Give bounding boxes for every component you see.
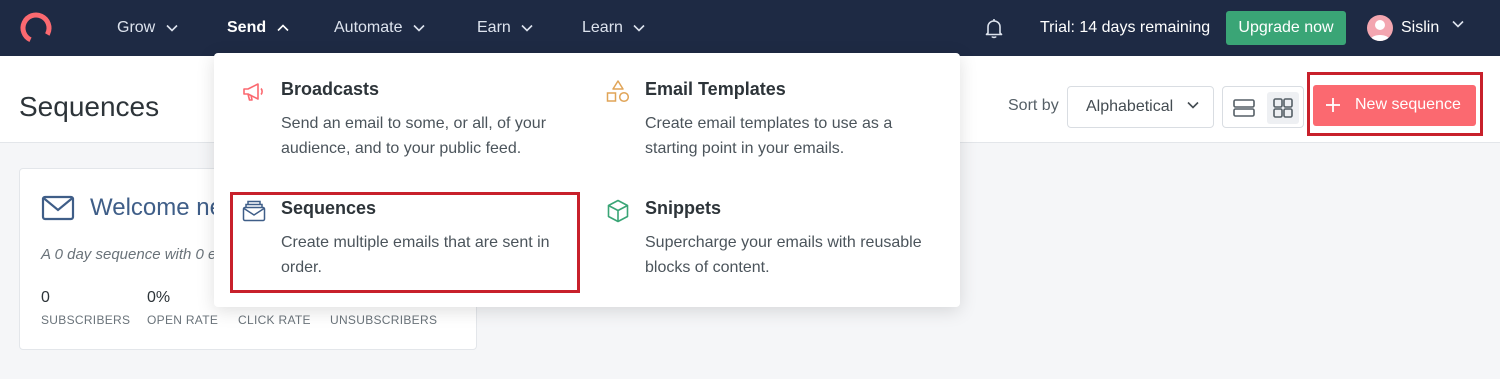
sequence-summary: A 0 day sequence with 0 er: [41, 246, 222, 263]
page-title: Sequences: [19, 91, 160, 122]
highlight-box: [1307, 72, 1483, 136]
avatar[interactable]: [1367, 15, 1393, 41]
list-view-icon: [1233, 99, 1255, 117]
stat-label: OPEN RATE: [147, 313, 219, 327]
cube-icon: [607, 199, 629, 223]
stat-label: SUBSCRIBERS: [41, 313, 131, 327]
stat-value: 0%: [147, 289, 171, 306]
nav-send[interactable]: Send: [227, 0, 289, 56]
upgrade-button[interactable]: Upgrade now: [1226, 11, 1346, 45]
menu-item-email-templates[interactable]: Email Templates Create email templates t…: [605, 79, 935, 169]
chevron-down-icon[interactable]: [1452, 20, 1464, 28]
sequence-title[interactable]: Welcome ne: [90, 194, 223, 222]
view-toggle: [1222, 86, 1304, 128]
highlight-box: [230, 192, 580, 293]
nav-send-label: Send: [227, 19, 267, 36]
mail-icon: [41, 195, 75, 221]
sort-by-label: Sort by: [1008, 97, 1059, 114]
user-name[interactable]: Sislin: [1401, 0, 1439, 56]
chevron-down-icon: [633, 24, 645, 32]
menu-item-description: Create email templates to use as a start…: [645, 115, 893, 157]
megaphone-icon: [243, 83, 263, 101]
nav-grow[interactable]: Grow: [117, 0, 178, 56]
nav-earn[interactable]: Earn: [477, 0, 533, 56]
chevron-up-icon: [277, 24, 289, 31]
menu-item-description: Supercharge your emails with reusable bl…: [645, 234, 922, 276]
grid-view-button[interactable]: [1267, 92, 1299, 124]
menu-item-title: Broadcasts: [281, 79, 380, 99]
list-view-button[interactable]: [1228, 92, 1260, 124]
sort-select-value: Alphabetical: [1086, 98, 1174, 115]
user-avatar-icon: [1370, 20, 1390, 41]
menu-item-title: Email Templates: [645, 79, 786, 99]
sort-select[interactable]: Alphabetical: [1067, 86, 1214, 128]
shapes-icon: [606, 80, 630, 103]
stat-label: CLICK RATE: [238, 313, 311, 327]
logo-icon[interactable]: [18, 10, 54, 46]
nav-learn[interactable]: Learn: [582, 0, 645, 56]
grid-view-icon: [1273, 98, 1293, 118]
menu-item-description: Send an email to some, or all, of your a…: [281, 115, 547, 157]
nav-grow-label: Grow: [117, 19, 156, 36]
menu-item-title: Snippets: [645, 198, 722, 218]
chevron-down-icon: [1187, 101, 1199, 109]
nav-learn-label: Learn: [582, 19, 623, 36]
bell-icon[interactable]: [982, 16, 1006, 40]
stat-label: UNSUBSCRIBERS: [330, 313, 438, 327]
nav-earn-label: Earn: [477, 19, 511, 36]
trial-status: Trial: 14 days remaining: [1040, 19, 1211, 36]
menu-item-snippets[interactable]: Snippets Supercharge your emails with re…: [605, 198, 935, 288]
nav-automate[interactable]: Automate: [334, 0, 425, 56]
stat-subscribers: 0 SUBSCRIBERS: [41, 289, 130, 327]
chevron-down-icon: [413, 24, 425, 32]
stat-open-rate: 0% OPEN RATE: [147, 289, 218, 327]
chevron-down-icon: [166, 24, 178, 32]
top-nav: Grow Send Automate Earn Learn Trial: 14 …: [0, 0, 1500, 56]
nav-automate-label: Automate: [334, 19, 403, 36]
chevron-down-icon: [521, 24, 533, 32]
stat-value: 0: [41, 289, 50, 306]
menu-item-broadcasts[interactable]: Broadcasts Send an email to some, or all…: [241, 79, 571, 169]
